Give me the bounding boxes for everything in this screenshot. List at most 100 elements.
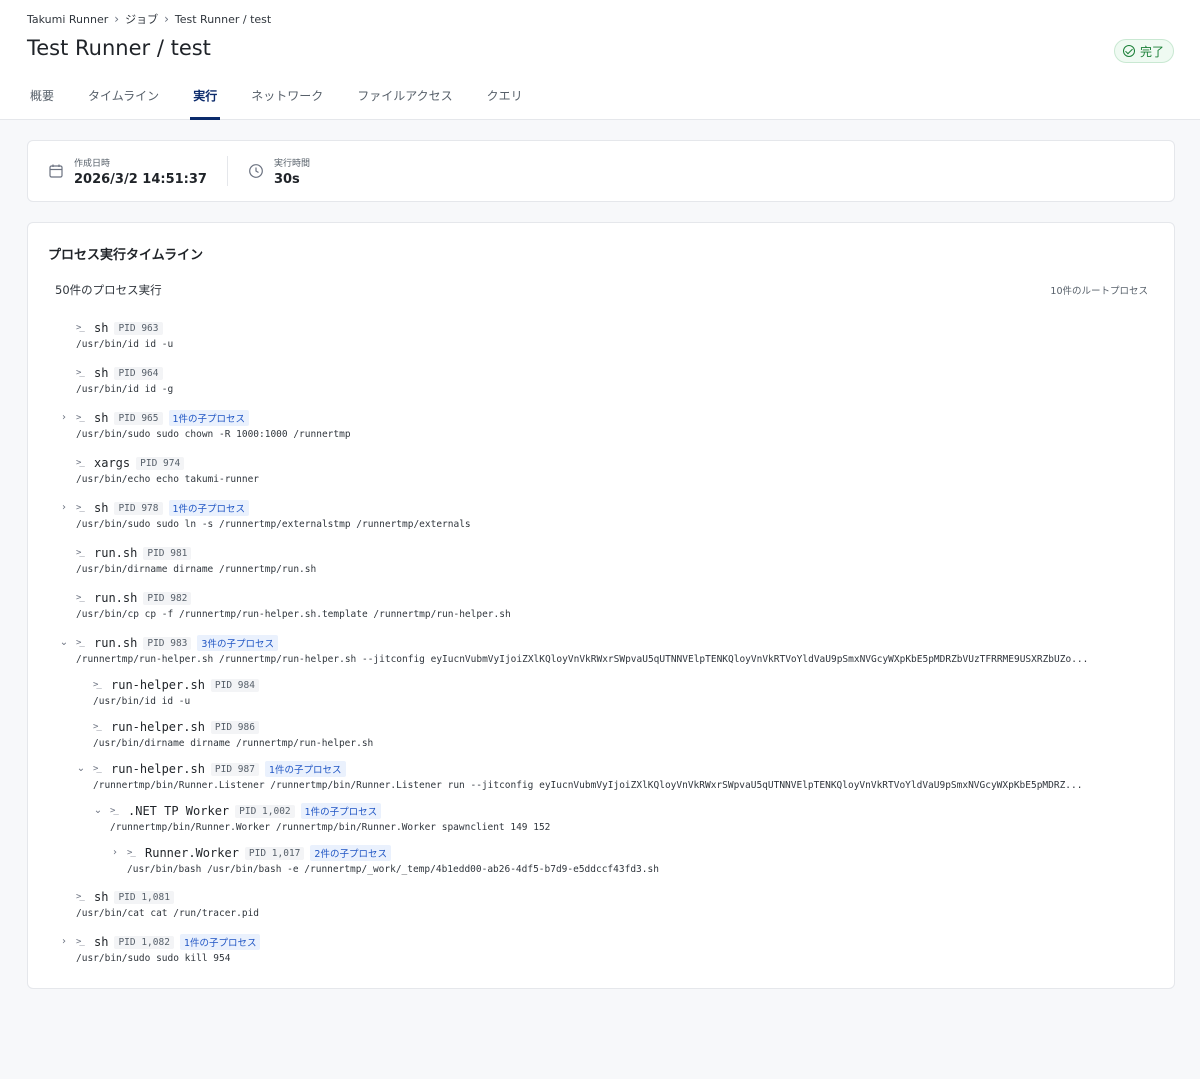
- tab-bar: 概要 タイムライン 実行 ネットワーク ファイルアクセス クエリ: [27, 78, 554, 120]
- duration-label: 実行時間: [273, 158, 310, 169]
- child-count-badge: 3件の子プロセス: [197, 635, 278, 651]
- tab-timeline[interactable]: タイムライン: [85, 78, 162, 120]
- process-name: run-helper.sh: [111, 720, 205, 734]
- process-row[interactable]: › >_ sh PID 1,082 1件の子プロセス/usr/bin/sudo sudo…: [62, 933, 1148, 973]
- process-row[interactable]: >_ run-helper.sh PID 984/usr/bin/id id -u: [93, 676, 1148, 716]
- timeline-title: プロセス実行タイムライン: [48, 248, 204, 263]
- terminal-icon: >_: [110, 806, 119, 816]
- child-count-badge: 1件の子プロセス: [264, 761, 346, 777]
- pid-badge: PID 965: [114, 411, 163, 425]
- process-header: >_ run-helper.sh PID 984: [93, 676, 1148, 694]
- pid-badge: PID 1,017: [244, 846, 305, 860]
- chevron-down-icon[interactable]: ⌄: [76, 764, 86, 774]
- created-value: 2026/3/2 14:51:37: [74, 171, 207, 187]
- chevron-down-icon[interactable]: ⌄: [93, 806, 103, 816]
- process-name: xargs: [94, 456, 131, 470]
- pid-badge: PID 987: [210, 762, 259, 776]
- tab-file-access[interactable]: ファイルアクセス: [354, 78, 455, 120]
- terminal-icon: >_: [93, 722, 102, 732]
- process-row[interactable]: ⌄ >_ .NET TP Worker PID 1,002 1件の子プロセス/runne…: [94, 802, 1148, 842]
- tab-execution[interactable]: 実行: [190, 78, 221, 120]
- process-row[interactable]: >_ sh PID 964/usr/bin/id id -g: [76, 364, 1148, 404]
- pid-badge: PID 964: [114, 366, 163, 380]
- process-row[interactable]: >_ run.sh PID 981/usr/bin/dirname dirname …: [76, 544, 1148, 584]
- process-row[interactable]: › >_ sh PID 965 1件の子プロセス/usr/bin/sudo sudo c…: [62, 409, 1148, 449]
- process-row[interactable]: >_ sh PID 1,081/usr/bin/cat cat /run/trace…: [76, 888, 1148, 928]
- created-at: 作成日時 2026/3/2 14:51:37: [28, 141, 207, 201]
- chevron-right-icon[interactable]: ›: [59, 937, 69, 947]
- terminal-icon: >_: [93, 764, 102, 774]
- terminal-icon: >_: [127, 848, 136, 858]
- process-header: >_ sh PID 1,082 1件の子プロセス: [76, 933, 1148, 951]
- status-label: 完了: [1139, 44, 1164, 59]
- terminal-icon: >_: [76, 413, 85, 423]
- process-header: >_ sh PID 965 1件の子プロセス: [76, 409, 1148, 427]
- tab-network[interactable]: ネットワーク: [248, 78, 326, 120]
- terminal-icon: >_: [76, 937, 85, 947]
- terminal-icon: >_: [93, 680, 102, 690]
- breadcrumb-item-home[interactable]: Takumi Runner: [27, 13, 108, 26]
- process-timeline-card: プロセス実行タイムライン 50件のプロセス実行 10件のルートプロセス >_ sh…: [27, 222, 1175, 989]
- breadcrumb-item-jobs[interactable]: ジョブ: [125, 11, 158, 27]
- duration: 実行時間 30s: [226, 156, 310, 187]
- process-row[interactable]: >_ sh PID 963/usr/bin/id id -u: [76, 319, 1148, 359]
- process-name: run-helper.sh: [111, 762, 205, 776]
- process-command: /usr/bin/id id -g: [76, 384, 174, 395]
- process-name: sh: [94, 501, 109, 515]
- pid-badge: PID 978: [114, 501, 163, 515]
- terminal-icon: >_: [76, 368, 85, 378]
- process-row[interactable]: ⌄ >_ run.sh PID 983 3件の子プロセス/runnertmp/run-h…: [60, 634, 1148, 674]
- process-row[interactable]: >_ run-helper.sh PID 986/usr/bin/dirname d…: [93, 718, 1148, 758]
- process-header: >_ sh PID 978 1件の子プロセス: [76, 499, 1148, 517]
- process-row[interactable]: › >_ sh PID 978 1件の子プロセス/usr/bin/sudo sudo l…: [62, 499, 1148, 539]
- pid-badge: PID 981: [143, 546, 192, 560]
- breadcrumb: Takumi Runner › ジョブ › Test Runner / test: [27, 11, 271, 27]
- process-row[interactable]: >_ xargs PID 974/usr/bin/echo echo takumi-…: [76, 454, 1148, 494]
- process-header: >_ run.sh PID 982: [76, 589, 1148, 607]
- process-command: /usr/bin/sudo sudo kill 954: [76, 953, 231, 964]
- process-header: >_ run.sh PID 981: [76, 544, 1148, 562]
- process-row[interactable]: >_ run.sh PID 982/usr/bin/cp cp -f /runner…: [76, 589, 1148, 629]
- pid-badge: PID 984: [210, 678, 259, 692]
- process-header: >_ xargs PID 974: [76, 454, 1148, 472]
- tab-overview[interactable]: 概要: [27, 78, 57, 120]
- process-name: .NET TP Worker: [128, 804, 230, 818]
- process-header: >_ run-helper.sh PID 986: [93, 718, 1148, 736]
- process-row[interactable]: › >_ Runner.Worker PID 1,017 2件の子プロセス/usr/bi…: [113, 844, 1148, 884]
- child-count-badge: 2件の子プロセス: [310, 845, 391, 861]
- pid-badge: PID 982: [143, 591, 192, 605]
- terminal-icon: >_: [76, 593, 85, 603]
- process-name: run.sh: [94, 546, 138, 560]
- process-header: >_ Runner.Worker PID 1,017 2件の子プロセス: [127, 844, 1148, 862]
- page-header: Takumi Runner › ジョブ › Test Runner / test…: [0, 0, 1200, 120]
- process-name: run-helper.sh: [111, 678, 205, 692]
- chevron-right-icon[interactable]: ›: [110, 848, 120, 858]
- process-command: /usr/bin/id id -u: [76, 339, 174, 350]
- process-header: >_ .NET TP Worker PID 1,002 1件の子プロセス: [110, 802, 1148, 820]
- pid-badge: PID 974: [136, 456, 185, 470]
- chevron-down-icon[interactable]: ⌄: [59, 638, 69, 648]
- job-meta-card: 作成日時 2026/3/2 14:51:37 実行時間 30s: [27, 140, 1175, 202]
- process-command: /usr/bin/sudo sudo chown -R 1000:1000 /r…: [76, 429, 351, 440]
- process-header: >_ sh PID 963: [76, 319, 1148, 337]
- terminal-icon: >_: [76, 458, 85, 468]
- process-row[interactable]: ⌄ >_ run-helper.sh PID 987 1件の子プロセス/runnertm…: [77, 760, 1148, 800]
- check-circle-icon: [1122, 45, 1135, 57]
- process-command: /usr/bin/dirname dirname /runnertmp/run-…: [93, 738, 374, 749]
- page-title: Test Runner / test: [27, 36, 211, 60]
- pid-badge: PID 963: [114, 321, 163, 335]
- chevron-right-icon[interactable]: ›: [59, 503, 69, 513]
- status-badge: 完了: [1113, 39, 1174, 63]
- process-name: run.sh: [94, 591, 138, 605]
- tab-query[interactable]: クエリ: [484, 78, 526, 120]
- duration-value: 30s: [273, 171, 300, 187]
- child-count-badge: 1件の子プロセス: [300, 803, 382, 819]
- child-count-badge: 1件の子プロセス: [168, 500, 250, 516]
- process-name: sh: [94, 935, 109, 949]
- process-command: /usr/bin/echo echo takumi-runner: [76, 474, 260, 485]
- process-name: run.sh: [94, 636, 138, 650]
- created-label: 作成日時: [74, 158, 111, 169]
- clock-icon: [249, 164, 263, 178]
- chevron-right-icon[interactable]: ›: [59, 413, 69, 423]
- process-command: /usr/bin/dirname dirname /runnertmp/run.…: [76, 564, 317, 575]
